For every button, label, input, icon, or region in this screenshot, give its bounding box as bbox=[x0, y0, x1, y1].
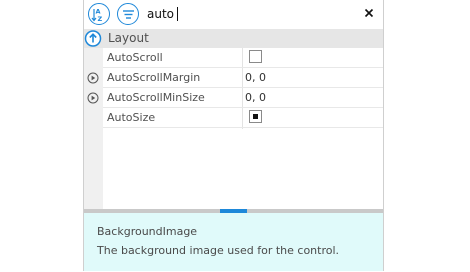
close-icon[interactable] bbox=[363, 7, 375, 19]
help-pane: BackgroundImage The background image use… bbox=[84, 213, 383, 271]
svg-text:Z: Z bbox=[98, 15, 103, 23]
autoscroll-checkbox[interactable] bbox=[249, 50, 262, 63]
property-name: AutoScroll bbox=[107, 51, 163, 64]
text-caret bbox=[177, 7, 178, 21]
property-name: AutoScrollMargin bbox=[107, 71, 201, 84]
help-title: BackgroundImage bbox=[97, 225, 198, 238]
property-grid: A Z Layout bbox=[83, 0, 384, 271]
property-row-autoscroll[interactable]: AutoScroll bbox=[103, 48, 383, 68]
property-row-autoscrollminsize[interactable]: AutoScrollMinSize 0, 0 bbox=[103, 88, 383, 108]
categorized-list-icon bbox=[123, 10, 134, 19]
toolbar: A Z bbox=[84, 0, 383, 28]
category-label: Layout bbox=[108, 31, 149, 45]
property-name: AutoSize bbox=[107, 111, 156, 124]
help-description: The background image used for the contro… bbox=[97, 244, 340, 257]
sort-alphabetical-button[interactable]: A Z bbox=[88, 3, 110, 25]
property-list: Layout AutoScroll AutoScrollMargin 0, 0 … bbox=[84, 28, 383, 209]
autosize-checkbox[interactable] bbox=[249, 110, 262, 123]
property-row-autosize[interactable]: AutoSize bbox=[103, 108, 383, 128]
collapse-arrow-up-icon[interactable] bbox=[84, 29, 103, 48]
property-value[interactable]: 0, 0 bbox=[245, 91, 266, 104]
categorized-button[interactable] bbox=[117, 3, 139, 25]
property-row-autoscrollmargin[interactable]: AutoScrollMargin 0, 0 bbox=[103, 68, 383, 88]
category-row-layout[interactable]: Layout bbox=[84, 29, 383, 48]
search-input[interactable] bbox=[147, 5, 357, 23]
property-name: AutoScrollMinSize bbox=[107, 91, 205, 104]
property-value[interactable]: 0, 0 bbox=[245, 71, 266, 84]
expand-icon[interactable] bbox=[87, 72, 99, 84]
sort-alphabetical-icon: A Z bbox=[91, 8, 103, 23]
expand-icon[interactable] bbox=[87, 92, 99, 104]
